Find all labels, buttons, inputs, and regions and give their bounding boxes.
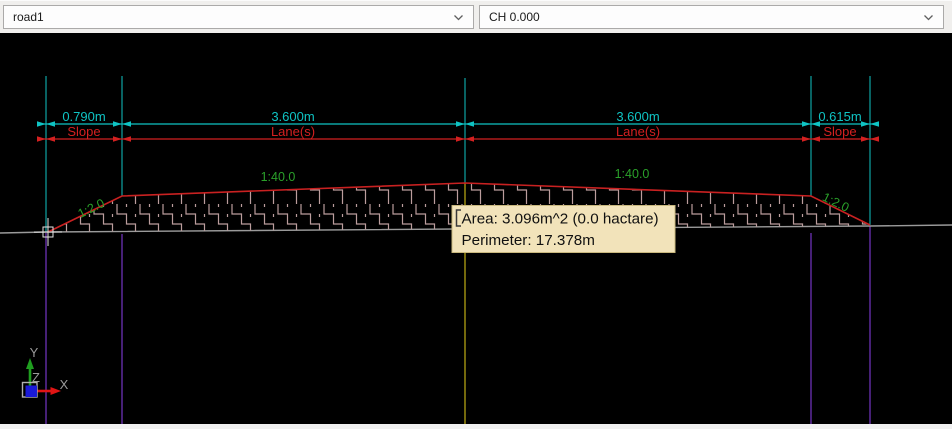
dim-label-slope-left: Slope [67,124,100,139]
dim-value-slope-left: 0.790m [62,109,105,124]
chainage-dropdown[interactable]: CH 0.000 [479,5,944,29]
dim-label-lane-right: Lane(s) [616,124,660,139]
guide-lines-purple [45,226,871,424]
chevron-down-icon[interactable] [453,14,464,21]
dim-value-lane-right: 3.600m [616,109,659,124]
drawing-canvas[interactable]: 0.790m 3.600m 3.600m 0.615m Slope Lane(s… [0,33,952,424]
dim-label-lane-left: Lane(s) [271,124,315,139]
window-bottom-edge [0,424,952,429]
cross-section-view[interactable]: 0.790m 3.600m 3.600m 0.615m Slope Lane(s… [0,33,952,424]
chevron-down-icon[interactable] [923,14,934,21]
dim-value-lane-left: 3.600m [271,109,314,124]
z-axis-label: Z [32,370,40,385]
road-dropdown[interactable]: road1 [3,5,474,29]
crosshair-cursor [34,218,62,246]
x-axis-arrow [36,387,61,395]
slope-label-right-lane: 1:40.0 [615,167,650,181]
toolbar: road1 CH 0.000 [0,0,952,33]
dim-value-slope-right: 0.615m [818,109,861,124]
measurement-tooltip: Area: 3.096m^2 (0.0 hactare) Perimeter: … [451,205,676,253]
y-axis-label: Y [30,345,39,360]
road-dropdown-value: road1 [13,10,44,24]
x-axis-label: X [60,377,69,392]
tooltip-area-text: Area: 3.096m^2 (0.0 hactare) [462,211,659,228]
slope-label-left-lane: 1:40.0 [261,170,296,184]
tooltip-perimeter-text: Perimeter: 17.378m [462,232,595,249]
dim-label-slope-right: Slope [823,124,856,139]
chainage-dropdown-value: CH 0.000 [489,10,540,24]
